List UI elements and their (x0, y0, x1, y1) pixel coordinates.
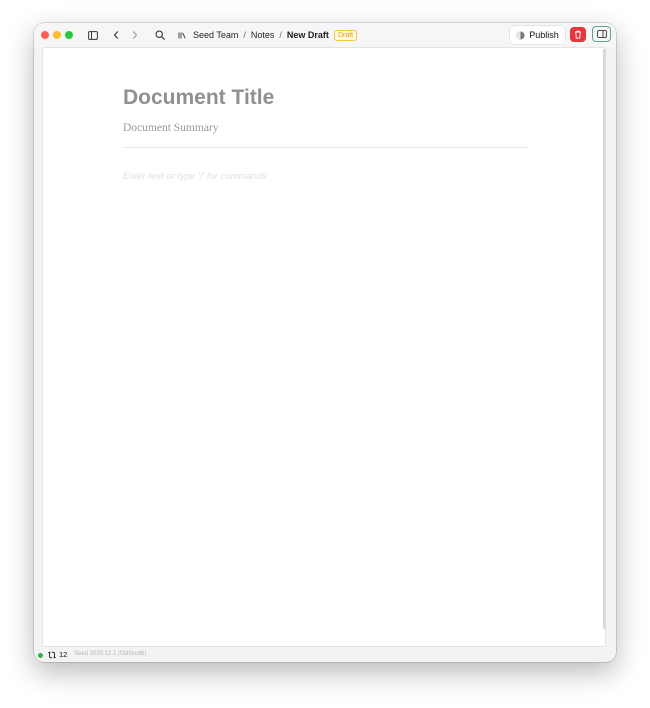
trash-icon (575, 30, 581, 39)
status-bar: 12 Seed 2025.12.1 (f2d9ccd6) (34, 648, 616, 662)
breadcrumb-current: New Draft (286, 30, 329, 40)
library-button[interactable] (176, 28, 188, 42)
search-icon (155, 30, 165, 40)
library-icon (178, 32, 186, 38)
toggle-panel-button[interactable] (592, 26, 611, 42)
title-bar: Seed Team / Notes / New Draft Draft Publ… (34, 23, 616, 47)
document-body-editor[interactable]: Enter text or type '/' for commands (123, 171, 267, 182)
search-button[interactable] (153, 28, 167, 42)
breadcrumb-item-seed-team[interactable]: Seed Team (193, 30, 238, 40)
sidebar-toggle-button[interactable] (86, 28, 100, 42)
right-panel-icon (596, 30, 607, 38)
sync-indicator[interactable]: 12 (48, 650, 67, 659)
document-title-input[interactable]: Document Title (123, 86, 274, 110)
app-window: Seed Team / Notes / New Draft Draft Publ… (34, 23, 616, 662)
header-divider (123, 147, 529, 148)
vertical-scrollbar[interactable] (603, 49, 606, 629)
draft-badge: Draft (333, 29, 358, 41)
connection-status-icon (38, 653, 43, 658)
editor-area[interactable]: Document Title Document Summary Enter te… (42, 47, 606, 647)
publish-button[interactable]: Publish (510, 26, 565, 44)
document-summary-input[interactable]: Document Summary (123, 122, 219, 134)
sync-icon (48, 651, 56, 658)
breadcrumb-separator: / (243, 30, 246, 40)
app-version: Seed 2025.12.1 (f2d9ccd6) (74, 651, 147, 657)
zoom-window-button[interactable] (65, 31, 73, 39)
breadcrumb-separator: / (279, 30, 282, 40)
sync-count: 12 (59, 650, 68, 659)
chevron-left-icon (113, 31, 119, 39)
close-window-button[interactable] (41, 31, 49, 39)
forward-button[interactable] (129, 28, 141, 42)
minimize-window-button[interactable] (53, 31, 61, 39)
chevron-right-icon (132, 31, 138, 39)
delete-button[interactable] (570, 27, 586, 42)
publish-status-icon (516, 30, 525, 40)
publish-label: Publish (529, 30, 559, 40)
breadcrumb-item-notes[interactable]: Notes (251, 30, 275, 40)
sidebar-toggle-icon (88, 30, 98, 40)
back-button[interactable] (110, 28, 122, 42)
breadcrumb: Seed Team / Notes / New Draft Draft (193, 28, 358, 42)
